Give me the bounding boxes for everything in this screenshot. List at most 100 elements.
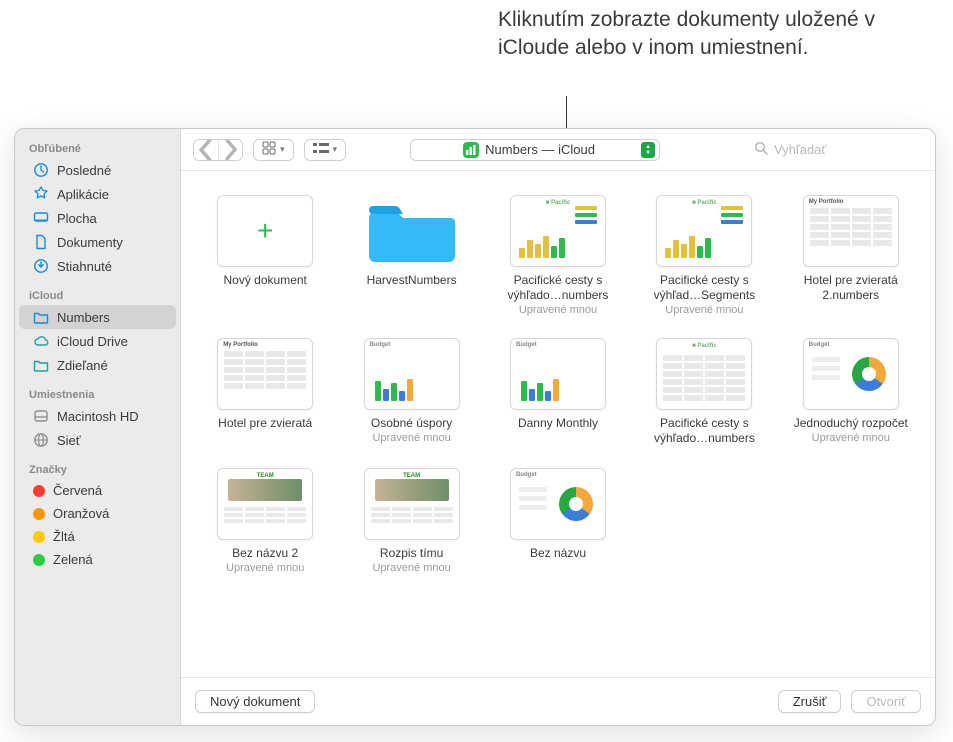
- back-button[interactable]: [194, 140, 218, 160]
- item-subtitle: Upravené mnou: [372, 562, 450, 574]
- file-item[interactable]: My Portfolio Hotel pre zvieratá: [199, 338, 331, 446]
- file-thumbnail: +: [217, 195, 313, 267]
- sidebar-item-sieť[interactable]: Sieť: [19, 428, 176, 452]
- sidebar-item-label: Zdieľané: [57, 358, 108, 373]
- sidebar-item-červená[interactable]: Červená: [19, 479, 176, 502]
- item-subtitle: Upravené mnou: [226, 562, 304, 574]
- search-input[interactable]: [774, 142, 914, 157]
- sidebar-item-label: Červená: [53, 483, 102, 498]
- folder-item[interactable]: HarvestNumbers: [345, 195, 477, 316]
- sidebar-item-oranžová[interactable]: Oranžová: [19, 502, 176, 525]
- apps-icon: [33, 186, 49, 202]
- file-thumbnail: TEAM: [364, 468, 460, 540]
- numbers-app-icon: [463, 142, 479, 158]
- open-dialog-window: Obľúbené Posledné Aplikácie PlochaDokumenty…: [14, 128, 936, 726]
- sidebar-heading: Obľúbené: [15, 137, 180, 158]
- cancel-button[interactable]: Zrušiť: [778, 690, 842, 713]
- sidebar-item-label: Žltá: [53, 529, 75, 544]
- new-document-tile[interactable]: + Nový dokument: [199, 195, 331, 316]
- search-icon: [754, 141, 768, 158]
- item-name: Bez názvu 2: [232, 546, 298, 561]
- item-name: Nový dokument: [224, 273, 307, 288]
- location-popup[interactable]: Numbers — iCloud ▲▼: [410, 139, 660, 161]
- search-field-wrap: [753, 139, 923, 161]
- file-item[interactable]: ■ Pacific Pacifické cesty s výhľado…numb…: [492, 195, 624, 316]
- file-thumbnail: Budget: [510, 468, 606, 540]
- open-button[interactable]: Otvoriť: [851, 690, 921, 713]
- disk-icon: [33, 408, 49, 424]
- sidebar-item-plocha[interactable]: Plocha: [19, 206, 176, 230]
- sidebar-item-macintosh-hd[interactable]: Macintosh HD: [19, 404, 176, 428]
- tag-dot-icon: [33, 485, 45, 497]
- sidebar: Obľúbené Posledné Aplikácie PlochaDokumenty…: [15, 129, 181, 725]
- item-name: Pacifické cesty s výhľado…numbers: [639, 416, 769, 446]
- sidebar-item-label: Oranžová: [53, 506, 109, 521]
- file-thumbnail: Budget: [510, 338, 606, 410]
- chevron-down-icon: ▾: [333, 144, 338, 155]
- grid-icon: [262, 141, 276, 158]
- view-mode-button[interactable]: ▾: [253, 139, 294, 161]
- sidebar-item-label: Stiahnuté: [57, 259, 112, 274]
- doc-icon: [33, 234, 49, 250]
- file-thumbnail: [364, 195, 460, 267]
- file-thumbnail: ■ Pacific: [656, 338, 752, 410]
- item-name: Hotel pre zvieratá 2.numbers: [786, 273, 916, 303]
- main-panel: ▾ ▾ Numbers — iCloud ▲▼: [181, 129, 935, 725]
- item-subtitle: Upravené mnou: [812, 432, 890, 444]
- network-icon: [33, 432, 49, 448]
- folder-icon: [33, 309, 49, 325]
- file-item[interactable]: ■ Pacific Pacifické cesty s výhľad…Segme…: [638, 195, 770, 316]
- sidebar-heading: iCloud: [15, 284, 180, 305]
- item-name: Pacifické cesty s výhľad…Segments: [639, 273, 769, 303]
- sidebar-item-label: Aplikácie: [57, 187, 109, 202]
- file-thumbnail: TEAM: [217, 468, 313, 540]
- file-thumbnail: ■ Pacific: [656, 195, 752, 267]
- file-item[interactable]: Budget Osobné úsporyUpravené mnou: [345, 338, 477, 446]
- item-subtitle: Upravené mnou: [372, 432, 450, 444]
- new-document-button[interactable]: Nový dokument: [195, 690, 315, 713]
- file-thumbnail: Budget: [803, 338, 899, 410]
- folder-icon: [369, 198, 455, 264]
- item-name: HarvestNumbers: [367, 273, 457, 288]
- file-thumbnail: My Portfolio: [217, 338, 313, 410]
- cloud-icon: [33, 333, 49, 349]
- toolbar: ▾ ▾ Numbers — iCloud ▲▼: [181, 129, 935, 171]
- file-thumbnail: Budget: [364, 338, 460, 410]
- sidebar-item-label: Numbers: [57, 310, 110, 325]
- sidebar-item-žltá[interactable]: Žltá: [19, 525, 176, 548]
- sidebar-heading: Značky: [15, 458, 180, 479]
- sidebar-item-posledné[interactable]: Posledné: [19, 158, 176, 182]
- file-item[interactable]: Budget Danny Monthly: [492, 338, 624, 446]
- tag-dot-icon: [33, 554, 45, 566]
- sidebar-item-icloud-drive[interactable]: iCloud Drive: [19, 329, 176, 353]
- nav-back-forward-group: [193, 139, 243, 161]
- sidebar-item-dokumenty[interactable]: Dokumenty: [19, 230, 176, 254]
- dialog-footer: Nový dokument Zrušiť Otvoriť: [181, 677, 935, 725]
- sidebar-heading: Umiestnenia: [15, 383, 180, 404]
- location-label: Numbers — iCloud: [485, 142, 595, 157]
- file-item[interactable]: TEAM Bez názvu 2Upravené mnou: [199, 468, 331, 574]
- sidebar-item-stiahnuté[interactable]: Stiahnuté: [19, 254, 176, 278]
- sidebar-item-label: Posledné: [57, 163, 111, 178]
- file-grid-area[interactable]: + Nový dokument HarvestNumbers ■ Pacific P…: [181, 171, 935, 677]
- item-subtitle: Upravené mnou: [519, 304, 597, 316]
- sidebar-item-numbers[interactable]: Numbers: [19, 305, 176, 329]
- file-item[interactable]: Budget Jednoduchý rozpočetUpravené mnou: [785, 338, 917, 446]
- tag-dot-icon: [33, 531, 45, 543]
- sidebar-item-zdieľané[interactable]: Zdieľané: [19, 353, 176, 377]
- sidebar-item-aplikácie[interactable]: Aplikácie: [19, 182, 176, 206]
- clock-icon: [33, 162, 49, 178]
- forward-button[interactable]: [218, 140, 242, 160]
- file-item[interactable]: TEAM Rozpis tímuUpravené mnou: [345, 468, 477, 574]
- tag-dot-icon: [33, 508, 45, 520]
- item-name: Danny Monthly: [518, 416, 598, 431]
- group-button[interactable]: ▾: [304, 139, 347, 161]
- callout-text: Kliknutím zobrazte dokumenty uložené v i…: [498, 6, 918, 63]
- sidebar-item-label: iCloud Drive: [57, 334, 128, 349]
- chevron-down-icon: ▾: [280, 144, 285, 155]
- file-item[interactable]: ■ Pacific Pacifické cesty s výhľado…numb…: [638, 338, 770, 446]
- file-item[interactable]: Budget Bez názvu: [492, 468, 624, 574]
- sidebar-item-zelená[interactable]: Zelená: [19, 548, 176, 571]
- file-item[interactable]: My Portfolio Hotel pre zvieratá 2.number…: [785, 195, 917, 316]
- file-thumbnail: ■ Pacific: [510, 195, 606, 267]
